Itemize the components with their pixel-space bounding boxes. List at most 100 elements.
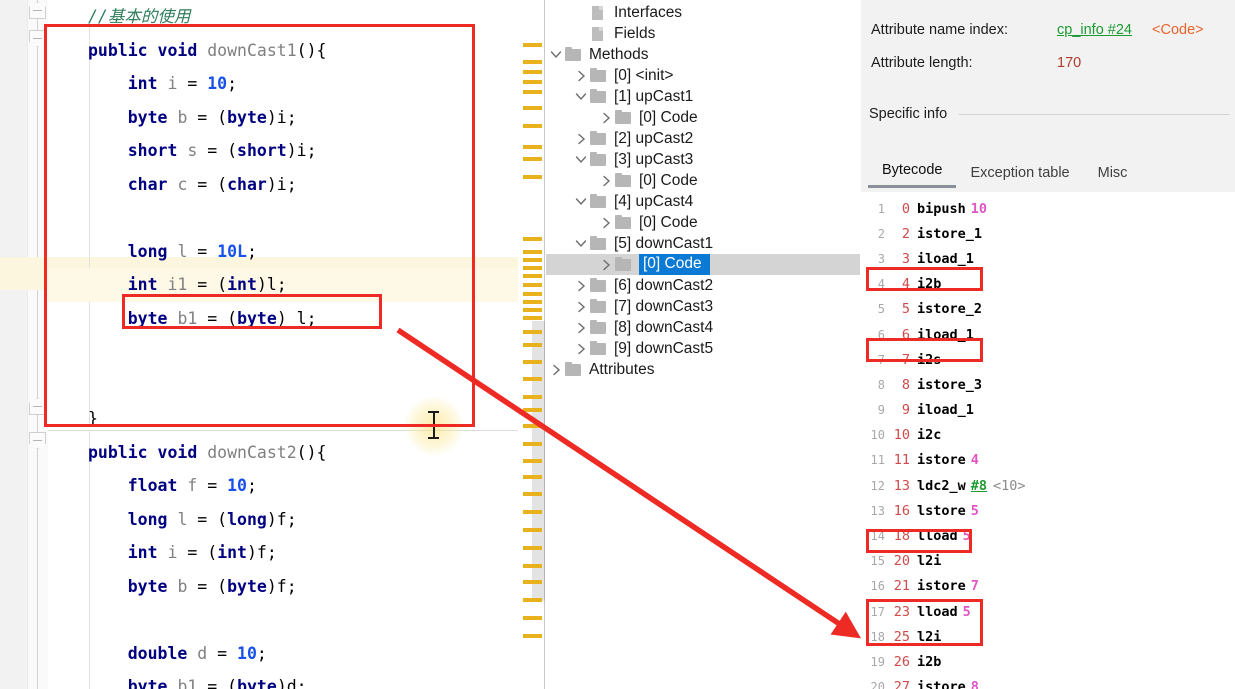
tree-item-interfaces[interactable]: Interfaces [546,2,860,23]
code-line[interactable]: public void downCast1(){ [48,34,518,68]
bytecode-row[interactable]: 16 21 istore 7 [861,574,1235,599]
tree-item-0-code[interactable]: [0] Code [546,212,860,233]
bytecode-offset: 21 [893,578,910,595]
bytecode-line-number: 4 [877,277,885,292]
bytecode-row[interactable]: 7 7 i2s [861,347,1235,372]
code-line[interactable]: int i1 = (int)l; [48,268,518,302]
fold-rail-line [37,0,38,689]
source-code-text[interactable]: //基本的使用 public void downCast1(){ int i = … [48,0,518,689]
chevron-right-icon[interactable] [598,259,614,271]
bytecode-row[interactable]: 11 11 istore 4 [861,448,1235,473]
code-line[interactable] [48,201,518,235]
tree-item-0-code[interactable]: [0] Code [546,254,860,275]
bytecode-instruction-list[interactable]: 1 0 bipush 10 2 2 istore_1 3 3 iload_1 4 4 i2b 5 5 isto… [861,192,1235,689]
chevron-down-icon[interactable] [573,197,589,206]
tab-bytecode[interactable]: Bytecode [868,162,957,188]
chevron-right-icon[interactable] [548,364,564,376]
code-line[interactable] [48,335,518,369]
bytecode-row[interactable]: 3 3 iload_1 [861,246,1235,271]
bytecode-row[interactable]: 18 25 l2i [861,624,1235,649]
cp-info-link[interactable]: cp_info #24 [1057,22,1132,38]
code-line[interactable] [48,603,518,637]
bytecode-row[interactable]: 4 4 i2b [861,272,1235,297]
code-line[interactable]: short s = (short)i; [48,134,518,168]
chevron-down-icon[interactable] [573,155,589,164]
bytecode-row[interactable]: 17 23 lload 5 [861,599,1235,624]
chevron-right-icon[interactable] [598,112,614,124]
tree-item-0-init[interactable]: [0] <init> [546,65,860,86]
tree-item-1-upcast1[interactable]: [1] upCast1 [546,86,860,107]
detail-tab-strip[interactable]: Bytecode Exception table Misc [868,158,1228,188]
tree-item-0-code[interactable]: [0] Code [546,107,860,128]
tree-item-8-downcast4[interactable]: [8] downCast4 [546,317,860,338]
bytecode-opcode: lload [917,603,958,620]
bytecode-row[interactable]: 1 0 bipush 10 [861,196,1235,221]
tree-item-4-upcast4[interactable]: [4] upCast4 [546,191,860,212]
tree-item-5-downcast1[interactable]: [5] downCast1 [546,233,860,254]
editor-change-marker [523,124,542,128]
bytecode-row[interactable]: 14 18 lload 5 [861,523,1235,548]
code-line[interactable]: int i = (int)f; [48,536,518,570]
code-line[interactable]: byte b = (byte)f; [48,570,518,604]
editor-change-marker [523,250,542,254]
chevron-right-icon[interactable] [573,280,589,292]
code-line[interactable]: char c = (char)i; [48,168,518,202]
chevron-right-icon[interactable] [573,70,589,82]
tree-item-6-downcast2[interactable]: [6] downCast2 [546,275,860,296]
chevron-right-icon[interactable] [573,322,589,334]
chevron-right-icon[interactable] [573,301,589,313]
fold-marker-icon[interactable] [29,398,46,415]
bytecode-constant-ref-link[interactable]: #8 [966,478,987,494]
code-line[interactable]: int i = 10; [48,67,518,101]
tree-item-attributes[interactable]: Attributes [546,359,860,380]
bytecode-row[interactable]: 12 13 ldc2_w #8 <10> [861,473,1235,498]
chevron-right-icon[interactable] [573,133,589,145]
code-line[interactable]: long l = (long)f; [48,503,518,537]
fold-marker-icon[interactable] [29,2,46,19]
bytecode-row[interactable]: 6 6 iload_1 [861,322,1235,347]
editor-change-marker [523,274,542,278]
code-line[interactable]: byte b = (byte)i; [48,101,518,135]
fold-marker-icon[interactable] [29,432,46,449]
bytecode-row[interactable]: 15 20 l2i [861,549,1235,574]
tree-item-methods[interactable]: Methods [546,44,860,65]
bytecode-line-number: 10 [870,428,885,443]
bytecode-row[interactable]: 19 26 i2b [861,649,1235,674]
bytecode-row[interactable]: 20 27 istore 8 [861,675,1235,689]
tree-item-7-downcast3[interactable]: [7] downCast3 [546,296,860,317]
tab-exception-table[interactable]: Exception table [956,165,1083,188]
code-line[interactable] [48,369,518,403]
code-line[interactable]: //基本的使用 [48,0,518,34]
code-line[interactable]: float f = 10; [48,469,518,503]
bytecode-row[interactable]: 10 10 i2c [861,423,1235,448]
chevron-right-icon[interactable] [598,175,614,187]
tree-item-0-code[interactable]: [0] Code [546,170,860,191]
code-folding-rail[interactable] [28,0,48,689]
code-line[interactable]: } [48,402,518,436]
tab-misc[interactable]: Misc [1084,165,1142,188]
tree-item-label: [0] Code [639,171,698,189]
chevron-down-icon[interactable] [573,92,589,101]
bytecode-row[interactable]: 9 9 iload_1 [861,398,1235,423]
chevron-right-icon[interactable] [573,343,589,355]
bytecode-row[interactable]: 8 8 istore_3 [861,372,1235,397]
code-line[interactable]: byte b1 = (byte)d; [48,670,518,689]
tree-item-2-upcast2[interactable]: [2] upCast2 [546,128,860,149]
tree-item-3-upcast3[interactable]: [3] upCast3 [546,149,860,170]
bytecode-row[interactable]: 5 5 istore_2 [861,297,1235,322]
bytecode-row[interactable]: 13 16 lstore 5 [861,498,1235,523]
chevron-down-icon[interactable] [548,50,564,59]
code-editor-pane[interactable]: //基本的使用 public void downCast1(){ int i = … [0,0,545,689]
tree-item-fields[interactable]: Fields [546,23,860,44]
chevron-down-icon[interactable] [573,239,589,248]
code-line[interactable]: byte b1 = (byte) l; [48,302,518,336]
code-line[interactable]: long l = 10L; [48,235,518,269]
editor-marker-rail[interactable] [518,0,545,689]
class-structure-tree[interactable]: Interfaces Fields Methods [0] <init> [1] upC… [546,0,860,689]
code-line[interactable]: double d = 10; [48,637,518,671]
code-line[interactable]: public void downCast2(){ [48,436,518,470]
fold-marker-icon[interactable] [29,30,46,47]
tree-item-9-downcast5[interactable]: [9] downCast5 [546,338,860,359]
chevron-right-icon[interactable] [598,217,614,229]
bytecode-row[interactable]: 2 2 istore_1 [861,221,1235,246]
